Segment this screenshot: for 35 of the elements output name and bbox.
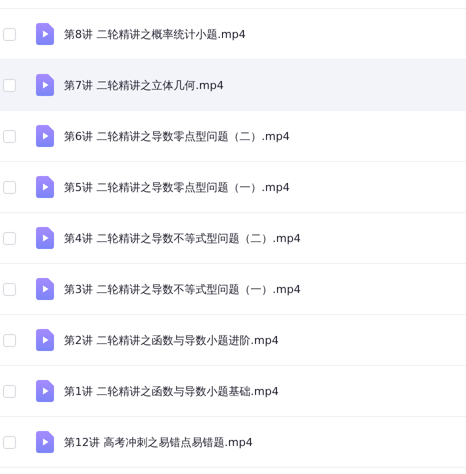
file-name: 第4讲 二轮精讲之导数不等式型问题（二）.mp4	[64, 230, 301, 246]
file-row[interactable]: 第5讲 二轮精讲之导数零点型问题（一）.mp4	[0, 162, 466, 213]
file-row[interactable]: 第6讲 二轮精讲之导数零点型问题（二）.mp4	[0, 111, 466, 162]
file-name: 第7讲 二轮精讲之立体几何.mp4	[64, 78, 224, 92]
video-file-icon	[36, 74, 54, 96]
checkbox[interactable]	[3, 334, 16, 346]
checkbox[interactable]	[3, 232, 16, 244]
file-name: 第6讲 二轮精讲之导数零点型问题（二）.mp4	[64, 128, 290, 144]
video-file-icon	[36, 176, 54, 198]
video-file-icon	[36, 278, 54, 300]
video-file-icon	[36, 23, 54, 45]
file-name: 第12讲 高考冲刺之易错点易错题.mp4	[64, 434, 253, 450]
video-file-icon	[36, 380, 54, 402]
video-file-icon	[36, 125, 54, 147]
checkbox[interactable]	[3, 28, 16, 40]
checkbox[interactable]	[3, 130, 16, 142]
file-name: 第8讲 二轮精讲之概率统计小题.mp4	[64, 26, 246, 42]
video-file-icon	[36, 329, 54, 351]
file-row[interactable]: 第7讲 二轮精讲之立体几何.mp4	[0, 60, 466, 111]
file-row[interactable]: 第1讲 二轮精讲之函数与导数小题基础.mp4	[0, 366, 466, 417]
video-file-icon	[36, 227, 54, 249]
file-row[interactable]: 第2讲 二轮精讲之函数与导数小题进阶.mp4	[0, 315, 466, 366]
checkbox[interactable]	[3, 384, 16, 398]
file-row[interactable]: 第12讲 高考冲刺之易错点易错题.mp4	[0, 417, 466, 468]
video-file-icon	[36, 431, 54, 453]
file-name: 第3讲 二轮精讲之导数不等式型问题（一）.mp4	[64, 282, 301, 296]
file-name: 第2讲 二轮精讲之函数与导数小题进阶.mp4	[64, 332, 279, 348]
checkbox[interactable]	[3, 180, 16, 194]
checkbox[interactable]	[3, 282, 16, 296]
file-row[interactable]: 第4讲 二轮精讲之导数不等式型问题（二）.mp4	[0, 213, 466, 264]
checkbox[interactable]	[3, 436, 16, 448]
file-name: 第1讲 二轮精讲之函数与导数小题基础.mp4	[64, 384, 279, 398]
file-name: 第5讲 二轮精讲之导数零点型问题（一）.mp4	[64, 180, 290, 194]
file-row[interactable]: 第3讲 二轮精讲之导数不等式型问题（一）.mp4	[0, 264, 466, 315]
checkbox[interactable]	[3, 78, 16, 92]
